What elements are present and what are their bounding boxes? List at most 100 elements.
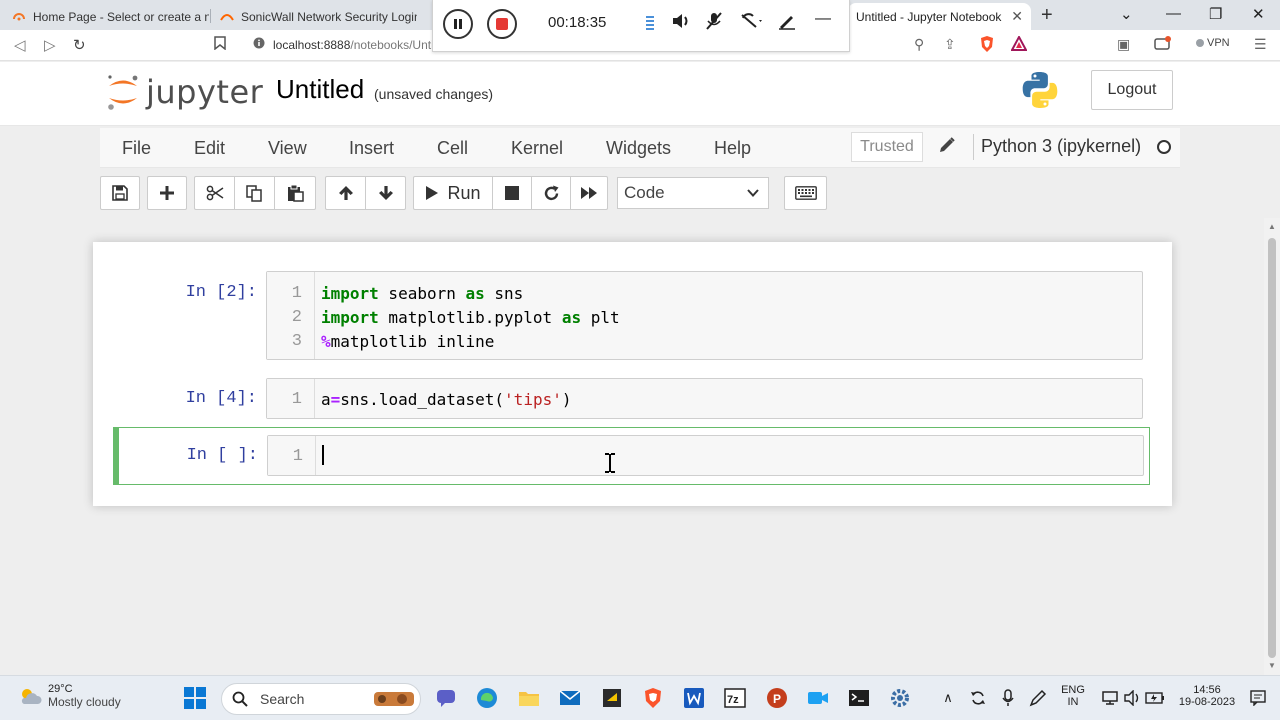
code-cell[interactable]: In [2]: 1 2 3 import seaborn as sns impo… (113, 271, 1150, 361)
kernel-name[interactable]: Python 3 (ipykernel) (981, 136, 1141, 157)
weather-widget[interactable]: 29°C Mostly cloudy (18, 683, 121, 709)
url-host: localhost:8888 (273, 38, 351, 52)
microphone-muted-icon[interactable] (705, 12, 723, 35)
page-scrollbar[interactable]: ▲ ▼ (1264, 218, 1280, 675)
notifications-icon[interactable] (1245, 685, 1271, 711)
reload-icon[interactable]: ↻ (73, 36, 86, 54)
share-icon[interactable]: ⇪ (944, 36, 956, 53)
word-app-icon[interactable] (681, 685, 707, 711)
battery-icon[interactable] (1142, 685, 1168, 711)
taskbar-search[interactable]: Search (221, 683, 421, 715)
powerpoint-app-icon[interactable]: P (764, 685, 790, 711)
weather-description: Mostly cloudy (48, 695, 121, 709)
menu-insert[interactable]: Insert (349, 138, 394, 159)
vpn-label: VPN (1207, 37, 1230, 49)
back-icon[interactable]: ◁ (14, 36, 26, 54)
pause-recording-button[interactable] (443, 9, 473, 39)
sidebar-icon[interactable]: ▣ (1117, 36, 1130, 53)
notebook-title[interactable]: Untitled (276, 74, 364, 105)
wallet-icon[interactable] (1154, 36, 1172, 53)
brave-browser-icon[interactable] (640, 685, 666, 711)
brave-rewards-icon[interactable] (1010, 34, 1028, 54)
browser-tab-jupyter[interactable]: Untitled - Jupyter Notebook ✕ (848, 3, 1031, 30)
cell-prompt: In [ ]: (186, 446, 258, 465)
run-button[interactable]: Run (413, 176, 493, 210)
browser-tab-sonicwall[interactable]: SonicWall Network Security Login (212, 3, 417, 30)
jupyter-logo[interactable]: jupyter (106, 70, 263, 114)
insert-cell-button[interactable] (147, 176, 187, 210)
tab-title: Untitled - Jupyter Notebook (856, 9, 1002, 24)
speaker-icon[interactable] (671, 12, 691, 35)
copy-button[interactable] (234, 176, 275, 210)
menu-edit[interactable]: Edit (194, 138, 225, 159)
sync-icon[interactable] (965, 685, 991, 711)
settings-gear-icon[interactable] (887, 685, 913, 711)
language-indicator[interactable]: ENG IN (1060, 684, 1086, 708)
trusted-indicator[interactable]: Trusted (851, 132, 923, 162)
menu-icon[interactable]: ☰ (1254, 36, 1267, 53)
maximize-icon[interactable]: ❐ (1209, 5, 1222, 23)
restart-run-all-button[interactable] (570, 176, 608, 210)
mail-icon[interactable] (557, 685, 583, 711)
brave-shield-icon[interactable] (979, 35, 995, 56)
scroll-down-icon[interactable]: ▼ (1268, 661, 1276, 670)
close-tab-icon[interactable]: ✕ (1005, 8, 1023, 25)
cut-button[interactable] (194, 176, 235, 210)
line-number: 1 (291, 284, 302, 303)
camera-off-icon[interactable] (739, 12, 765, 35)
cloudy-weather-icon (21, 689, 42, 704)
menu-help[interactable]: Help (714, 138, 751, 159)
menu-widgets[interactable]: Widgets (606, 138, 671, 159)
logout-button[interactable]: Logout (1091, 70, 1173, 110)
interrupt-kernel-button[interactable] (492, 176, 532, 210)
keyboard-icon (794, 186, 817, 200)
save-button[interactable] (100, 176, 140, 210)
line-number-gutter: 1 2 3 (267, 272, 315, 359)
browser-tab-home[interactable]: Home Page - Select or create a no (4, 3, 209, 30)
new-tab-icon[interactable]: + (1041, 4, 1053, 27)
forward-icon[interactable]: ▷ (44, 36, 56, 54)
draw-icon[interactable] (777, 12, 797, 35)
close-window-icon[interactable]: ✕ (1252, 5, 1265, 23)
command-prompt-icon[interactable] (846, 685, 872, 711)
code-editor[interactable]: 1 (267, 435, 1144, 476)
edge-browser-icon[interactable] (474, 685, 500, 711)
menu-view[interactable]: View (268, 138, 307, 159)
minimize-icon[interactable]: — (1166, 5, 1181, 22)
screen-recorder-app-icon[interactable] (805, 685, 831, 711)
windows-taskbar: 29°C Mostly cloudy Search 7z P ∧ ENG IN … (0, 675, 1280, 720)
command-palette-button[interactable] (784, 176, 827, 210)
7zip-app-icon[interactable]: 7z (722, 685, 748, 711)
site-info-icon[interactable] (253, 36, 265, 53)
menu-cell[interactable]: Cell (437, 138, 468, 159)
menu-kernel[interactable]: Kernel (511, 138, 563, 159)
zoom-icon[interactable]: ⚲ (914, 36, 924, 53)
bookmark-icon[interactable] (214, 36, 226, 54)
tab-search-chevron-icon[interactable]: ⌄ (1120, 5, 1133, 23)
microphone-icon[interactable] (995, 685, 1021, 711)
paste-button[interactable] (274, 176, 316, 210)
code-editor[interactable]: 1 2 3 import seaborn as sns import matpl… (266, 271, 1143, 360)
stop-recording-button[interactable] (487, 9, 517, 39)
move-cell-down-button[interactable] (365, 176, 406, 210)
code-cell[interactable]: In [4]: 1 a=sns.load_dataset('tips') (113, 378, 1150, 420)
scrollbar-thumb[interactable] (1268, 238, 1276, 658)
notebook-menubar: File Edit View Insert Cell Kernel Widget… (100, 128, 1180, 168)
minimize-recorder-icon[interactable]: — (815, 10, 831, 28)
menu-file[interactable]: File (122, 138, 151, 159)
cell-type-select[interactable]: Code (617, 177, 769, 209)
terminal-app-icon[interactable] (599, 685, 625, 711)
date: 19-08-2023 (1178, 696, 1236, 708)
code-editor[interactable]: 1 a=sns.load_dataset('tips') (266, 378, 1143, 419)
scroll-up-icon[interactable]: ▲ (1268, 222, 1276, 231)
show-hidden-icons-chevron-up-icon[interactable]: ∧ (935, 685, 961, 711)
code-cell-selected[interactable]: In [ ]: 1 (113, 427, 1150, 485)
vpn-button[interactable]: VPN (1196, 37, 1230, 49)
pen-icon[interactable] (1025, 685, 1051, 711)
restart-kernel-button[interactable] (531, 176, 571, 210)
move-cell-up-button[interactable] (325, 176, 366, 210)
clock[interactable]: 14:56 19-08-2023 (1172, 684, 1242, 708)
teams-chat-icon[interactable] (433, 685, 459, 711)
file-explorer-icon[interactable] (516, 685, 542, 711)
windows-start-icon[interactable] (182, 685, 208, 711)
